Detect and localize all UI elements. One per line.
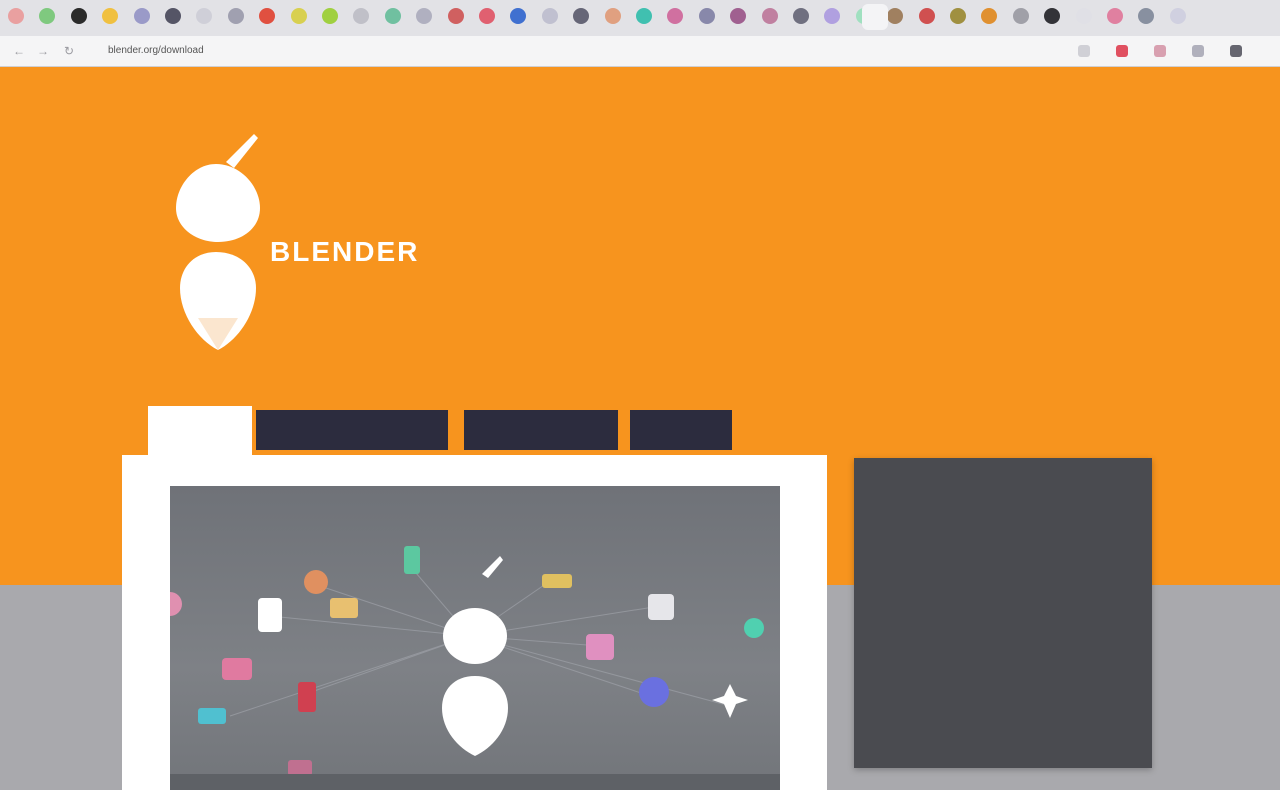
sidebar-panel xyxy=(854,458,1152,768)
browser-tab-favicon[interactable] xyxy=(133,8,150,24)
address-bar: ← → ↻ blender.org/download xyxy=(0,36,1280,67)
browser-tab-favicon[interactable] xyxy=(667,8,684,24)
browser-tab-favicon[interactable] xyxy=(604,8,621,24)
browser-tab-strip xyxy=(0,0,1280,36)
browser-tab-favicon[interactable] xyxy=(384,8,401,24)
forward-icon[interactable]: → xyxy=(36,44,50,58)
browser-tab-favicon[interactable] xyxy=(761,8,778,24)
brand-wordmark[interactable]: BLENDER xyxy=(270,236,510,268)
browser-tab-favicon[interactable] xyxy=(290,8,307,24)
browser-tab-active[interactable] xyxy=(862,4,888,30)
browser-tab-favicon[interactable] xyxy=(918,8,935,24)
tab-second[interactable] xyxy=(256,410,448,450)
browser-tab-favicon[interactable] xyxy=(636,8,652,24)
browser-tab-favicon[interactable] xyxy=(824,8,841,24)
browser-tab-favicon[interactable] xyxy=(259,8,276,24)
browser-tab-favicon[interactable] xyxy=(416,8,433,24)
browser-tab-favicon[interactable] xyxy=(196,8,213,24)
browser-extension-icon[interactable] xyxy=(1078,45,1090,57)
browser-tab-favicon[interactable] xyxy=(1044,8,1061,24)
tab-third[interactable] xyxy=(464,410,618,450)
browser-tab-favicon[interactable] xyxy=(730,8,747,24)
url-field[interactable]: blender.org/download xyxy=(108,43,238,59)
browser-tab-favicon[interactable] xyxy=(510,8,527,24)
browser-tab-favicon[interactable] xyxy=(447,8,464,24)
browser-extension-icon[interactable] xyxy=(1116,45,1128,57)
browser-tab-favicon[interactable] xyxy=(70,8,87,24)
browser-tab-favicon[interactable] xyxy=(698,8,715,24)
browser-tab-favicon[interactable] xyxy=(39,8,56,24)
browser-tab-favicon[interactable] xyxy=(8,8,24,24)
browser-tab-favicon[interactable] xyxy=(322,8,338,24)
browser-extension-icon[interactable] xyxy=(1192,45,1204,57)
browser-tab-favicon[interactable] xyxy=(793,8,809,24)
reload-icon[interactable]: ↻ xyxy=(62,44,76,58)
browser-tab-favicon[interactable] xyxy=(950,8,966,24)
browser-tab-favicon[interactable] xyxy=(1012,8,1029,24)
browser-extension-icon[interactable] xyxy=(1154,45,1166,57)
browser-tab-favicon[interactable] xyxy=(1107,8,1123,24)
browser-tab-favicon[interactable] xyxy=(353,8,370,24)
browser-tab-favicon[interactable] xyxy=(887,8,904,24)
tab-home[interactable] xyxy=(148,406,252,458)
browser-tab-favicon[interactable] xyxy=(479,8,495,24)
tab-fourth[interactable] xyxy=(630,410,732,450)
browser-tab-favicon[interactable] xyxy=(541,8,558,24)
browser-tab-favicon[interactable] xyxy=(227,8,244,24)
browser-tab-favicon[interactable] xyxy=(1138,8,1155,24)
hero-preview-image xyxy=(170,486,780,790)
browser-extension-icon[interactable] xyxy=(1230,45,1242,57)
back-icon[interactable]: ← xyxy=(12,44,26,58)
browser-tab-favicon[interactable] xyxy=(1169,8,1186,24)
browser-tab-favicon[interactable] xyxy=(102,8,119,24)
browser-tab-favicon[interactable] xyxy=(1075,8,1092,24)
browser-tab-favicon[interactable] xyxy=(573,8,590,24)
browser-tab-favicon[interactable] xyxy=(981,8,998,24)
blender-logo-icon xyxy=(176,134,260,350)
browser-tab-favicon[interactable] xyxy=(165,8,181,24)
